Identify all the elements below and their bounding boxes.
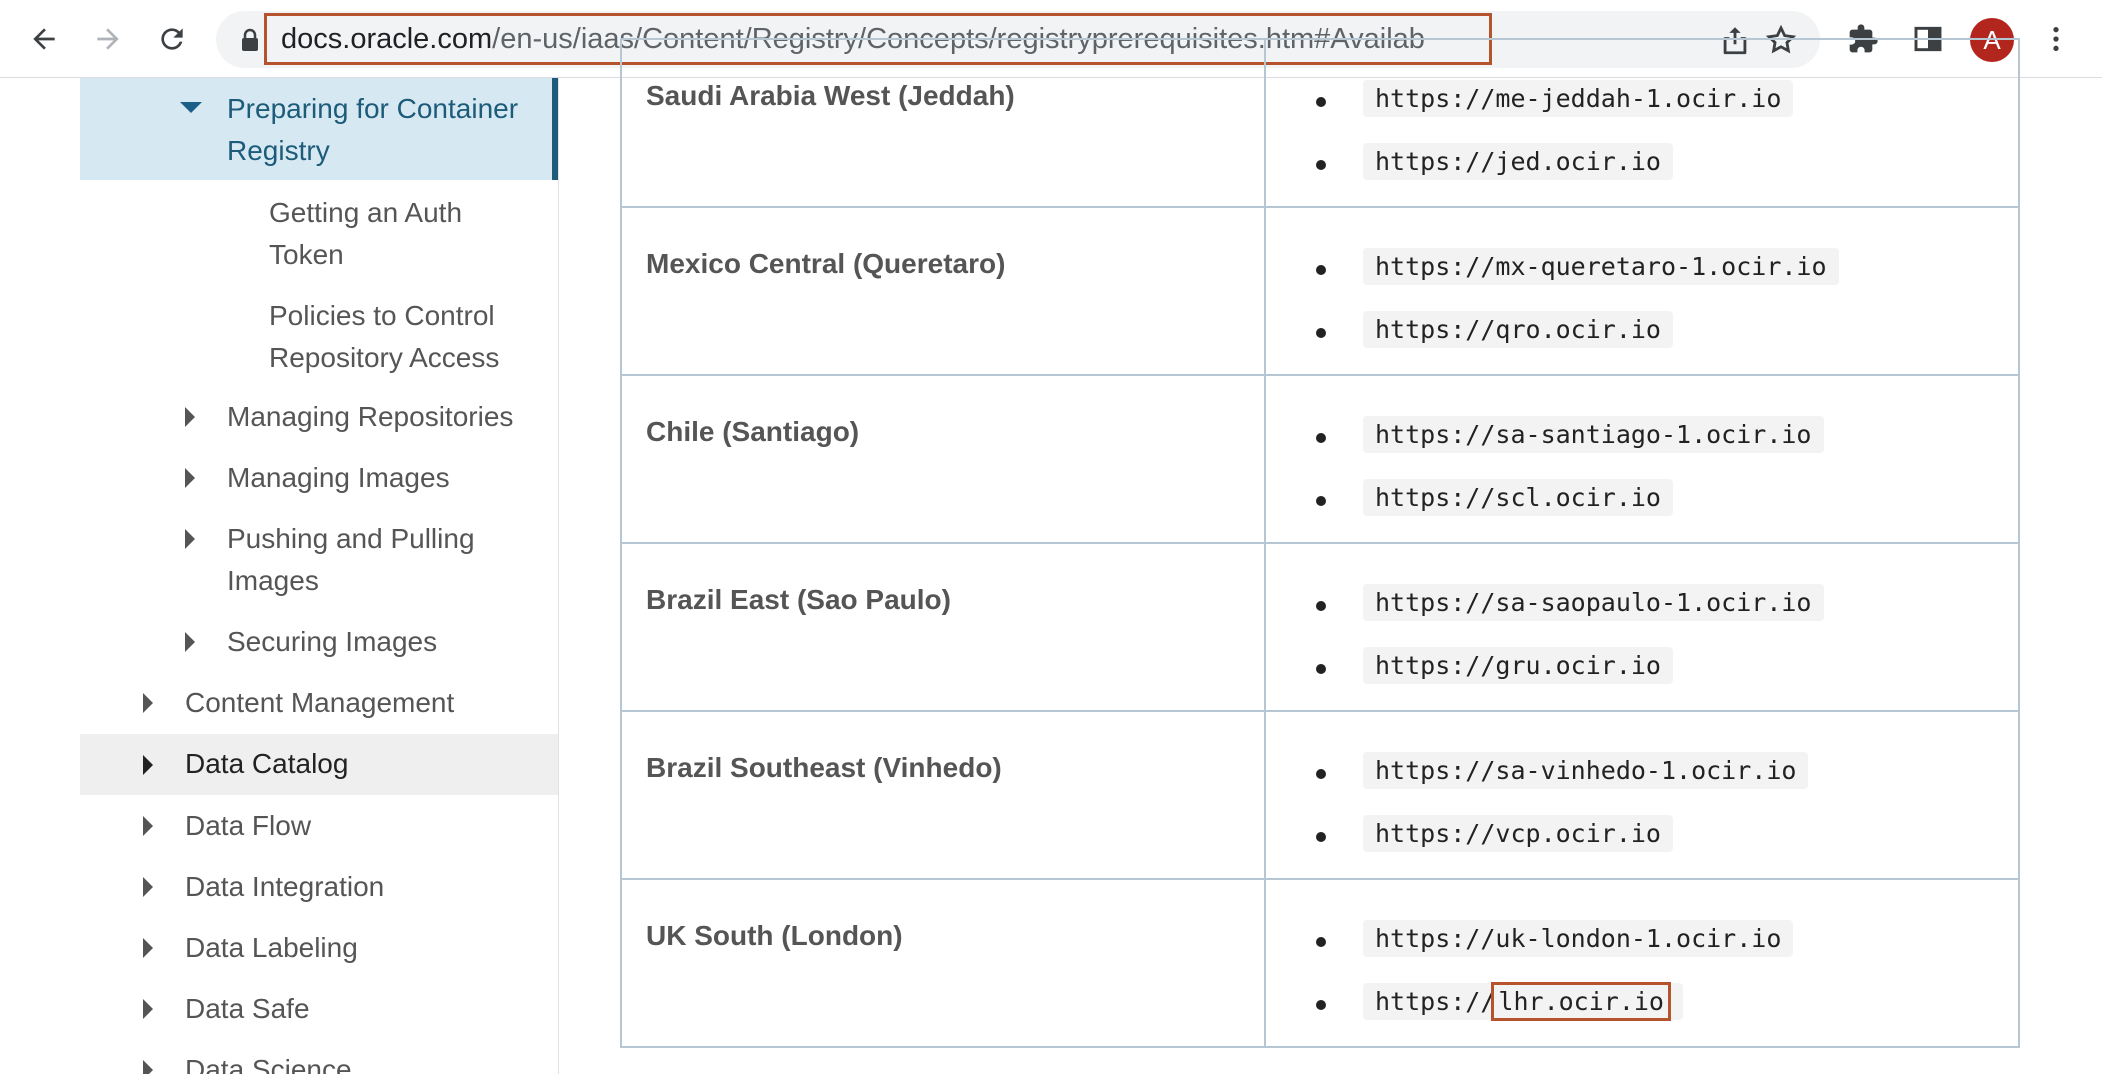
endpoint-cell: https://mx-queretaro-1.ocir.io https://q… [1264, 206, 2020, 376]
nav-item-data-integration[interactable]: Data Integration [80, 866, 558, 908]
nav-item-label: Getting an Auth Token [269, 197, 463, 270]
region-name: Brazil Southeast (Vinhedo) [620, 710, 1266, 880]
endpoint-url: https://uk-london-1.ocir.io [1363, 920, 1794, 957]
endpoint-list-item: https://jed.ocir.io [1316, 143, 2018, 206]
nav-item-managing-images[interactable]: Managing Images [80, 457, 558, 499]
nav-item-label: Preparing for Container Registry [227, 93, 519, 166]
endpoint-cell: https://sa-vinhedo-1.ocir.io https://vcp… [1264, 710, 2020, 880]
endpoint-url-highlighted: https://lhr.ocir.io [1363, 982, 1683, 1021]
caret-right-icon [185, 468, 195, 488]
endpoint-url: https://vcp.ocir.io [1363, 815, 1673, 852]
endpoint-list-item: https://uk-london-1.ocir.io [1316, 920, 2018, 983]
table-row: UK South (London) https://uk-london-1.oc… [620, 878, 2020, 1048]
caret-right-icon [185, 529, 195, 549]
nav-item-label: Managing Images [227, 462, 450, 493]
endpoint-list-item: https://vcp.ocir.io [1316, 815, 2018, 878]
region-name: Chile (Santiago) [620, 374, 1266, 544]
nav-item-label: Data Flow [185, 810, 312, 841]
table-row: Chile (Santiago) https://sa-santiago-1.o… [620, 374, 2020, 544]
back-arrow-icon [33, 28, 55, 50]
table-row: Brazil East (Sao Paulo) https://sa-saopa… [620, 542, 2020, 712]
nav-item-data-science[interactable]: Data Science [80, 1049, 558, 1074]
nav-item-label: Data Integration [185, 871, 385, 902]
endpoint-list-item: https://lhr.ocir.io [1316, 982, 2018, 1046]
endpoint-url: https://scl.ocir.io [1363, 479, 1673, 516]
nav-item-securing-images[interactable]: Securing Images [80, 621, 558, 663]
nav-item-managing-repositories[interactable]: Managing Repositories [80, 396, 558, 438]
endpoint-url: https://mx-queretaro-1.ocir.io [1363, 248, 1839, 285]
region-name: UK South (London) [620, 878, 1266, 1048]
forward-button[interactable] [83, 14, 133, 64]
endpoint-url: https://qro.ocir.io [1363, 311, 1673, 348]
forward-arrow-icon [97, 28, 119, 50]
nav-item-label: Securing Images [227, 626, 438, 657]
table-row: Saudi Arabia West (Jeddah) https://me-je… [620, 38, 2020, 208]
endpoint-list-item: https://me-jeddah-1.ocir.io [1316, 80, 2018, 143]
nav-item-label: Data Catalog [185, 748, 349, 779]
table-row: Brazil Southeast (Vinhedo) https://sa-vi… [620, 710, 2020, 880]
caret-right-icon [143, 693, 153, 713]
nav-item-data-catalog[interactable]: Data Catalog [80, 734, 558, 795]
menu-button[interactable] [2031, 14, 2081, 64]
caret-right-icon [143, 999, 153, 1019]
caret-right-icon [185, 632, 195, 652]
endpoint-url: https://sa-saopaulo-1.ocir.io [1363, 584, 1824, 621]
main-content: Saudi Arabia West (Jeddah) https://me-je… [620, 38, 2020, 1074]
endpoint-list-item: https://mx-queretaro-1.ocir.io [1316, 248, 2018, 311]
docs-sidebar-nav: Preparing for Container Registry Getting… [80, 78, 559, 1074]
caret-right-icon [143, 1060, 153, 1074]
nav-item-data-labeling[interactable]: Data Labeling [80, 927, 558, 969]
caret-right-icon [143, 816, 153, 836]
endpoint-list-item: https://sa-saopaulo-1.ocir.io [1316, 584, 2018, 647]
endpoint-cell: https://sa-santiago-1.ocir.io https://sc… [1264, 374, 2020, 544]
endpoint-url: https://jed.ocir.io [1363, 143, 1673, 180]
endpoint-cell: https://sa-saopaulo-1.ocir.io https://gr… [1264, 542, 2020, 712]
endpoint-list-item: https://gru.ocir.io [1316, 647, 2018, 710]
url-host: docs.oracle.com [281, 22, 493, 55]
nav-item-label: Data Labeling [185, 932, 358, 963]
endpoint-list-item: https://sa-vinhedo-1.ocir.io [1316, 752, 2018, 815]
region-name: Mexico Central (Queretaro) [620, 206, 1266, 376]
nav-item-data-safe[interactable]: Data Safe [80, 988, 558, 1030]
reload-icon [161, 28, 183, 50]
endpoint-list-item: https://sa-santiago-1.ocir.io [1316, 416, 2018, 479]
endpoint-url: https://sa-vinhedo-1.ocir.io [1363, 752, 1809, 789]
caret-right-icon [143, 755, 153, 775]
endpoint-url: https://me-jeddah-1.ocir.io [1363, 80, 1794, 117]
endpoint-list-item: https://qro.ocir.io [1316, 311, 2018, 374]
nav-item-label: Data Science [185, 1054, 352, 1074]
caret-right-icon [185, 407, 195, 427]
table-row: Mexico Central (Queretaro) https://mx-qu… [620, 206, 2020, 376]
nav-item-getting-auth-token[interactable]: Getting an Auth Token [80, 192, 558, 276]
back-button[interactable] [19, 14, 69, 64]
nav-item-pushing-pulling-images[interactable]: Pushing and Pulling Images [80, 518, 558, 602]
endpoint-url-prefix: https:// [1375, 987, 1496, 1016]
region-name: Saudi Arabia West (Jeddah) [620, 38, 1266, 208]
endpoint-url: https://sa-santiago-1.ocir.io [1363, 416, 1824, 453]
kebab-menu-icon [2053, 27, 2059, 51]
endpoint-url: https://gru.ocir.io [1363, 647, 1673, 684]
endpoint-url-highlight-box: lhr.ocir.io [1491, 982, 1671, 1021]
lock-icon [242, 28, 258, 51]
caret-down-icon [180, 102, 202, 113]
nav-item-label: Data Safe [185, 993, 310, 1024]
nav-item-policies-repository-access[interactable]: Policies to Control Repository Access [80, 295, 558, 379]
region-name: Brazil East (Sao Paulo) [620, 542, 1266, 712]
nav-item-label: Content Management [185, 687, 455, 718]
region-endpoints-table: Saudi Arabia West (Jeddah) https://me-je… [620, 38, 2020, 1048]
endpoint-list-item: https://scl.ocir.io [1316, 479, 2018, 542]
nav-item-preparing-container-registry[interactable]: Preparing for Container Registry [80, 78, 558, 180]
endpoint-cell: https://me-jeddah-1.ocir.io https://jed.… [1264, 38, 2020, 208]
nav-item-label: Policies to Control Repository Access [269, 300, 500, 373]
nav-item-data-flow[interactable]: Data Flow [80, 805, 558, 847]
endpoint-cell: https://uk-london-1.ocir.io https://lhr.… [1264, 878, 2020, 1048]
nav-item-content-management[interactable]: Content Management [80, 682, 558, 724]
caret-right-icon [143, 877, 153, 897]
nav-item-label: Managing Repositories [227, 401, 514, 432]
nav-item-label: Pushing and Pulling Images [227, 523, 475, 596]
caret-right-icon [143, 938, 153, 958]
reload-button[interactable] [147, 14, 197, 64]
